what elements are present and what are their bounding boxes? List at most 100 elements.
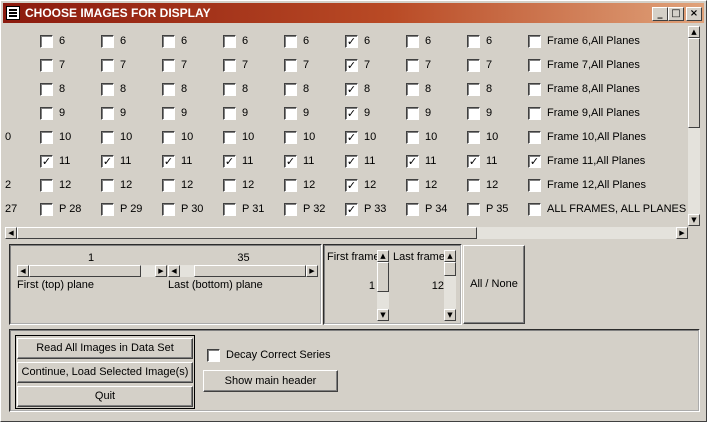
read-all-images-button[interactable]: Read All Images in Data Set	[17, 338, 193, 359]
checkbox-box[interactable]	[162, 107, 175, 120]
checkbox-box[interactable]	[528, 59, 541, 72]
show-main-header-button[interactable]: Show main header	[203, 370, 338, 392]
title-bar[interactable]: CHOOSE IMAGES FOR DISPLAY _ □ ×	[3, 3, 704, 23]
slider-right-icon[interactable]: ▶	[155, 265, 167, 277]
first-frame-thumb[interactable]	[377, 262, 389, 292]
first-plane-slider[interactable]: ◀ ▶	[17, 265, 167, 277]
minimize-button[interactable]: _	[652, 7, 668, 21]
checkbox-box[interactable]	[40, 179, 53, 192]
checkbox-box[interactable]	[101, 83, 114, 96]
checkbox-box[interactable]	[223, 35, 236, 48]
horizontal-scrollbar[interactable]: ◀ ▶	[5, 227, 688, 239]
scroll-down-icon[interactable]: ▼	[444, 309, 456, 321]
checkbox-box[interactable]	[101, 179, 114, 192]
checkbox-box[interactable]	[467, 203, 480, 216]
checkbox-box[interactable]	[528, 203, 541, 216]
last-plane-slider-thumb[interactable]	[194, 265, 306, 277]
checkbox-box[interactable]	[406, 203, 419, 216]
decay-correct-checkbox[interactable]: Decay Correct Series	[207, 347, 347, 363]
checkbox-box[interactable]: ✓	[345, 35, 358, 48]
checkbox-box[interactable]	[162, 131, 175, 144]
checkbox-box[interactable]	[40, 59, 53, 72]
first-plane-slider-thumb[interactable]	[29, 265, 141, 277]
checkbox-box[interactable]	[101, 35, 114, 48]
scroll-right-icon[interactable]: ▶	[676, 227, 688, 239]
checkbox-box[interactable]	[40, 131, 53, 144]
checkbox-box[interactable]: ✓	[345, 83, 358, 96]
checkbox-box[interactable]	[467, 35, 480, 48]
slider-left-icon[interactable]: ◀	[168, 265, 180, 277]
last-frame-thumb[interactable]	[444, 262, 456, 276]
checkbox-box[interactable]	[284, 179, 297, 192]
checkbox-box[interactable]	[223, 203, 236, 216]
checkbox-box[interactable]	[467, 59, 480, 72]
checkbox-box[interactable]: ✓	[223, 155, 236, 168]
checkbox-box[interactable]	[162, 203, 175, 216]
checkbox-box[interactable]	[467, 107, 480, 120]
checkbox-box[interactable]: ✓	[345, 155, 358, 168]
checkbox-box[interactable]	[467, 131, 480, 144]
checkbox-box[interactable]	[528, 107, 541, 120]
checkbox-box[interactable]	[467, 83, 480, 96]
checkbox-box[interactable]	[406, 59, 419, 72]
checkbox-box[interactable]	[162, 179, 175, 192]
checkbox-box[interactable]: ✓	[345, 203, 358, 216]
checkbox-box[interactable]	[284, 35, 297, 48]
scroll-down-icon[interactable]: ▼	[688, 214, 700, 226]
checkbox-box[interactable]: ✓	[467, 155, 480, 168]
checkbox-box[interactable]	[101, 59, 114, 72]
checkbox-box[interactable]	[284, 59, 297, 72]
slider-right-icon[interactable]: ▶	[306, 265, 318, 277]
checkbox-box[interactable]	[101, 203, 114, 216]
checkbox-box[interactable]	[223, 131, 236, 144]
checkbox-box[interactable]	[40, 107, 53, 120]
checkbox-box[interactable]	[223, 179, 236, 192]
maximize-button[interactable]: □	[668, 7, 684, 21]
checkbox-box[interactable]	[528, 179, 541, 192]
checkbox-box[interactable]	[284, 203, 297, 216]
checkbox-box[interactable]: ✓	[101, 155, 114, 168]
all-none-button[interactable]: All / None	[463, 245, 525, 324]
horizontal-scroll-thumb[interactable]	[17, 227, 477, 239]
scroll-up-icon[interactable]: ▲	[688, 26, 700, 38]
vertical-scrollbar[interactable]: ▲ ▼	[688, 26, 700, 226]
checkbox-box[interactable]	[528, 83, 541, 96]
checkbox-box[interactable]	[528, 35, 541, 48]
window-icon[interactable]	[6, 6, 20, 20]
checkbox-box[interactable]	[40, 35, 53, 48]
checkbox-box[interactable]	[101, 131, 114, 144]
checkbox-box[interactable]	[406, 131, 419, 144]
checkbox-box[interactable]: ✓	[345, 107, 358, 120]
checkbox-box[interactable]: ✓	[528, 155, 541, 168]
decay-checkbox-box[interactable]	[207, 349, 220, 362]
checkbox-box[interactable]	[223, 59, 236, 72]
checkbox-box[interactable]: ✓	[40, 155, 53, 168]
checkbox-box[interactable]	[406, 179, 419, 192]
scroll-down-icon[interactable]: ▼	[377, 309, 389, 321]
checkbox-box[interactable]	[162, 59, 175, 72]
last-plane-slider[interactable]: ◀ ▶	[168, 265, 318, 277]
checkbox-box[interactable]	[467, 179, 480, 192]
checkbox-box[interactable]	[284, 83, 297, 96]
checkbox-box[interactable]	[40, 83, 53, 96]
checkbox-box[interactable]: ✓	[345, 131, 358, 144]
scroll-up-icon[interactable]: ▲	[444, 250, 456, 262]
checkbox-box[interactable]	[162, 83, 175, 96]
checkbox-box[interactable]: ✓	[345, 59, 358, 72]
checkbox-box[interactable]: ✓	[406, 155, 419, 168]
checkbox-box[interactable]	[406, 83, 419, 96]
slider-left-icon[interactable]: ◀	[17, 265, 29, 277]
quit-button[interactable]: Quit	[17, 386, 193, 407]
checkbox-box[interactable]	[406, 35, 419, 48]
close-button[interactable]: ×	[686, 7, 702, 21]
scroll-left-icon[interactable]: ◀	[5, 227, 17, 239]
checkbox-box[interactable]	[284, 131, 297, 144]
checkbox-box[interactable]: ✓	[162, 155, 175, 168]
checkbox-box[interactable]	[40, 203, 53, 216]
checkbox-box[interactable]: ✓	[284, 155, 297, 168]
checkbox-box[interactable]: ✓	[345, 179, 358, 192]
checkbox-box[interactable]	[284, 107, 297, 120]
checkbox-box[interactable]	[162, 35, 175, 48]
vertical-scroll-thumb[interactable]	[688, 38, 700, 128]
checkbox-box[interactable]	[528, 131, 541, 144]
